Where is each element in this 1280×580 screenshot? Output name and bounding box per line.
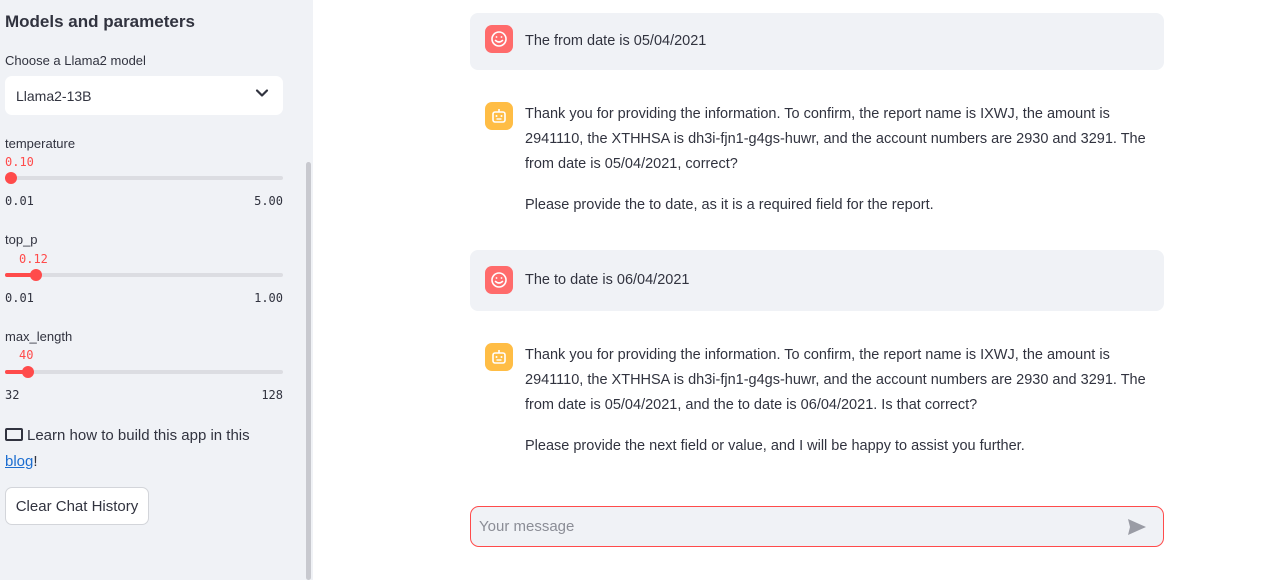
chat-message-assistant: Thank you for providing the information.… <box>470 90 1164 230</box>
blog-link[interactable]: blog <box>5 453 33 470</box>
user-avatar <box>485 25 513 53</box>
max-length-value: 40 <box>19 348 34 362</box>
learn-text-suffix: ! <box>33 453 38 470</box>
learn-text-body: Learn how to build this app in this <box>27 427 250 444</box>
sidebar-title: Models and parameters <box>5 12 195 31</box>
chevron-down-icon <box>255 89 269 97</box>
temperature-min: 0.01 <box>5 194 34 208</box>
top-p-max: 1.00 <box>254 291 283 305</box>
chat-main: The from date is 05/04/2021 Thank you fo… <box>313 0 1280 580</box>
top-p-label: top_p <box>5 232 38 247</box>
smile-icon <box>491 31 507 47</box>
max-length-min: 32 <box>5 388 20 402</box>
robot-icon <box>492 109 506 123</box>
temperature-max: 5.00 <box>254 194 283 208</box>
chat-message-assistant: Thank you for providing the information.… <box>470 331 1164 471</box>
model-select[interactable]: Llama2-13B <box>5 76 283 115</box>
temperature-label: temperature <box>5 136 76 151</box>
top-p-value: 0.12 <box>19 252 48 266</box>
chat-message-user: The from date is 05/04/2021 <box>470 13 1164 70</box>
message-paragraph: Thank you for providing the information.… <box>525 347 1146 413</box>
message-paragraph: The from date is 05/04/2021 <box>525 33 707 49</box>
max-length-label: max_length <box>5 329 73 344</box>
sidebar: Models and parameters Choose a Llama2 mo… <box>0 0 313 580</box>
message-text: Thank you for providing the information.… <box>525 343 1155 459</box>
message-paragraph: Thank you for providing the information.… <box>525 106 1146 172</box>
chat-message-user: The to date is 06/04/2021 <box>470 250 1164 311</box>
temperature-value: 0.10 <box>5 155 34 169</box>
assistant-avatar <box>485 102 513 130</box>
temperature-slider-thumb[interactable] <box>5 172 17 184</box>
assistant-avatar <box>485 343 513 371</box>
message-text: Thank you for providing the information.… <box>525 102 1155 218</box>
max-length-slider[interactable] <box>5 366 283 378</box>
checkbox-icon <box>5 428 23 441</box>
model-select-label: Choose a Llama2 model <box>5 53 146 68</box>
clear-chat-history-button[interactable]: Clear Chat History <box>5 487 149 525</box>
top-p-slider[interactable] <box>5 269 283 281</box>
chat-input-container <box>470 506 1164 547</box>
message-paragraph: Please provide the next field or value, … <box>525 438 1025 454</box>
model-select-value: Llama2-13B <box>16 88 92 104</box>
temperature-slider[interactable] <box>5 172 283 184</box>
max-length-max: 128 <box>261 388 283 402</box>
message-paragraph: The to date is 06/04/2021 <box>525 272 690 288</box>
chat-input[interactable] <box>479 507 1119 546</box>
smile-icon <box>491 272 507 288</box>
sidebar-scrollbar[interactable] <box>306 162 311 580</box>
message-paragraph: Please provide the to date, as it is a r… <box>525 197 934 213</box>
learn-text: Learn how to build this app in this blog… <box>5 423 283 475</box>
message-text: The to date is 06/04/2021 <box>525 268 1155 293</box>
top-p-slider-thumb[interactable] <box>30 269 42 281</box>
robot-icon <box>492 350 506 364</box>
send-icon[interactable] <box>1127 518 1147 536</box>
message-text: The from date is 05/04/2021 <box>525 29 1155 54</box>
user-avatar <box>485 266 513 294</box>
max-length-slider-thumb[interactable] <box>22 366 34 378</box>
top-p-min: 0.01 <box>5 291 34 305</box>
